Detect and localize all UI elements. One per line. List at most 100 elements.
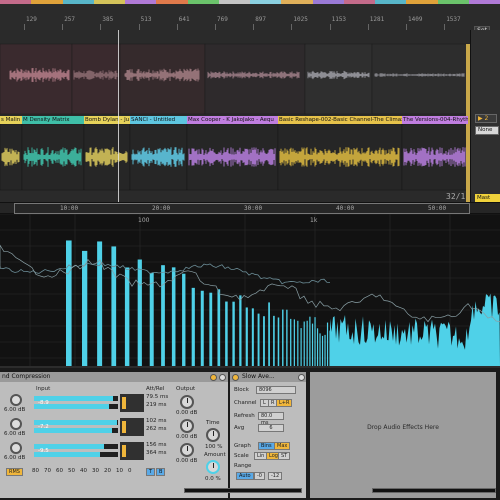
spectrum-bin	[303, 321, 305, 366]
spectrum-bin	[314, 317, 316, 366]
overview-tick-label: 10:00	[60, 205, 79, 212]
range-max-field[interactable]: -0	[254, 472, 265, 480]
arrangement-view[interactable]: s Malin M Density Matrix Bomb Dylan - Ju SA…	[0, 30, 470, 202]
overview-timeline[interactable]: 10:00 20:00 30:00 40:00 50:00	[0, 202, 500, 214]
spectrum-bin	[191, 287, 195, 366]
audio-clip[interactable]	[371, 43, 470, 115]
spectrum-bin	[290, 318, 292, 366]
device-menu-icon[interactable]	[298, 374, 305, 381]
locator-color	[156, 0, 188, 4]
spectrum-bin	[232, 301, 235, 366]
spectrum-bin	[316, 328, 319, 366]
band-output-knob[interactable]	[180, 395, 194, 409]
scale-label: Scale	[234, 453, 249, 459]
refresh-field[interactable]: 80.0 ms	[258, 412, 284, 426]
meter-scale-label: 50	[68, 468, 75, 474]
locator-color	[218, 0, 250, 4]
freq-label: 100	[138, 217, 150, 224]
ruler-tick-label: 1537	[446, 16, 461, 23]
ruler-tick-label: 1153	[331, 16, 347, 23]
overview-tick-label: 40:00	[336, 205, 355, 212]
spectrum-bin	[124, 267, 130, 366]
band-output-value: 0.00 dB	[176, 410, 198, 416]
spectrum-bin	[326, 322, 329, 366]
clip-title[interactable]: The Versions-004-Rhyth	[402, 116, 468, 124]
spectrum-bin	[225, 301, 228, 366]
spectrum-bin	[149, 272, 154, 366]
ruler-tick-label: 257	[64, 16, 76, 23]
spectrum-bin	[282, 309, 284, 366]
scale-st-button[interactable]: ST	[278, 452, 291, 460]
rms-toggle[interactable]: RMS	[6, 468, 23, 476]
band-gain-knob[interactable]	[10, 442, 22, 454]
audio-clip[interactable]	[304, 43, 373, 115]
channel-lr-button[interactable]: L+R	[276, 399, 293, 407]
locator-color	[437, 0, 469, 4]
ruler-tick-label: 641	[178, 16, 190, 23]
spectrum-bin	[273, 315, 275, 366]
locator-color	[468, 0, 500, 4]
band-attack-value: 102 ms	[146, 418, 167, 424]
clip-title[interactable]: Bomb Dylan - Ju	[84, 116, 130, 124]
band-output-knob[interactable]	[180, 419, 194, 433]
spectrum-bin	[251, 308, 254, 366]
device-power-icon[interactable]	[210, 374, 217, 381]
band-output-knob[interactable]	[180, 443, 194, 457]
channel-label: Channel	[234, 400, 257, 406]
band-solo-toggle[interactable]: B	[156, 468, 166, 476]
spectrum-bin	[66, 240, 72, 366]
device-power-icon[interactable]	[232, 374, 239, 381]
overview-range[interactable]	[14, 203, 470, 214]
amount-knob[interactable]	[206, 460, 220, 474]
spectrum-bin	[82, 250, 88, 366]
spectrum-bin	[268, 302, 270, 366]
device-title: nd Compression	[0, 372, 228, 382]
track-io-panel: ▶ 2 None Mast	[470, 30, 500, 202]
time-knob[interactable]	[206, 428, 220, 442]
spectrum-bin	[182, 273, 186, 366]
clip-title[interactable]: Max Cooper - K JakoJako - Aequ	[187, 116, 278, 124]
track-arm-indicator[interactable]: ▶ 2	[475, 114, 497, 123]
range-auto-button[interactable]: Auto	[236, 472, 254, 480]
spectrum-device: Slow Ave... Block 8096 Channel L R L+R R…	[230, 372, 306, 498]
locator-color	[312, 0, 344, 4]
spectrum-fill	[330, 293, 500, 366]
range-label: Range	[234, 463, 252, 469]
clip-title[interactable]: s Malin	[0, 116, 22, 124]
locator-color	[0, 0, 32, 4]
clip-title[interactable]: M Density Matrix	[22, 116, 84, 124]
scroll-bar-right[interactable]	[372, 488, 496, 493]
spectrum-bin	[309, 316, 311, 366]
spectrum-bin	[321, 335, 324, 366]
refresh-label: Refresh	[234, 413, 255, 419]
avg-field[interactable]: 6	[258, 424, 284, 432]
clip-title[interactable]: SANCI - Untitled	[130, 116, 187, 124]
audio-clip[interactable]	[119, 43, 206, 115]
graph-bins-button[interactable]: Bins	[258, 442, 275, 450]
ruler-tick-label: 1281	[369, 16, 385, 23]
block-label: Block	[234, 387, 249, 393]
clip-title[interactable]: Basic Reshape-002-Basic Channel-The Clim…	[278, 116, 402, 124]
band-gr-level	[122, 445, 126, 457]
device-menu-icon[interactable]	[219, 374, 226, 381]
input-dropdown[interactable]: None	[475, 126, 499, 135]
range-min-field[interactable]: -12	[268, 472, 283, 480]
meter-scale-label: 30	[92, 468, 99, 474]
drop-audio-effects-zone[interactable]: Drop Audio Effects Here	[310, 372, 496, 498]
master-output-button[interactable]: Mast	[475, 194, 500, 202]
band-gain-knob[interactable]	[10, 418, 22, 430]
ruler-tick-label: 1409	[408, 16, 423, 23]
band-threshold-value: -7.2	[38, 424, 49, 430]
scroll-bar-left[interactable]	[184, 488, 302, 493]
locator-color	[62, 0, 94, 4]
band-gain-knob[interactable]	[10, 394, 22, 406]
time-label: Time	[206, 420, 220, 426]
block-dropdown[interactable]: 8096	[256, 386, 296, 394]
spectrum-bin	[217, 289, 221, 366]
graph-max-button[interactable]: Max	[274, 442, 291, 450]
meter-scale: 80 70 60 50 40 30 20 10 0	[32, 468, 142, 476]
sidechain-toggle[interactable]: T	[146, 468, 156, 476]
audio-clip[interactable]	[204, 43, 306, 115]
position-readout: 32/1	[446, 192, 466, 201]
multiband-compressor-device: nd Compression Input Att/Rel Output 6.00…	[0, 372, 228, 498]
